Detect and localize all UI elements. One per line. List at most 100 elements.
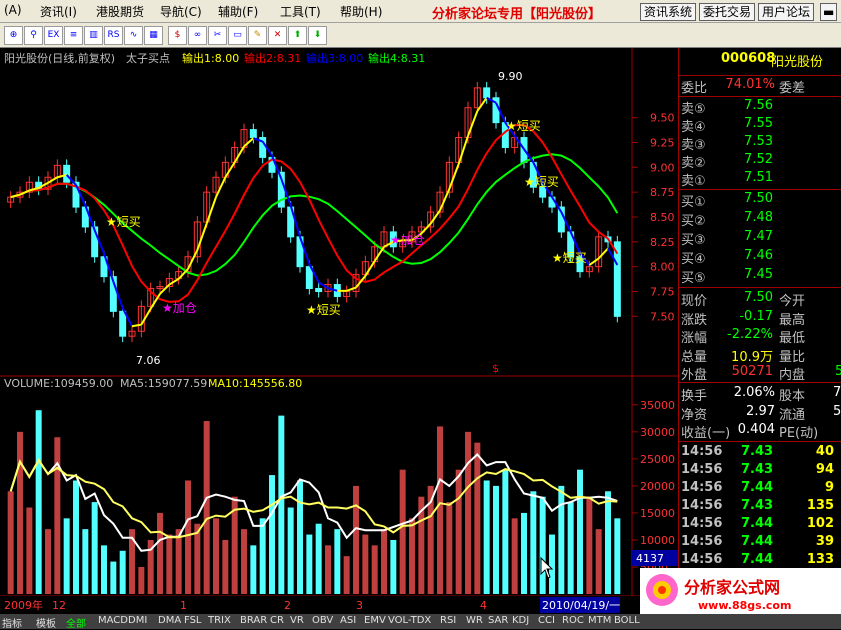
add-signal-2: ★加仓	[390, 233, 425, 247]
buy-level-label: 买③	[681, 233, 706, 248]
menu-zixun[interactable]: 资讯(I)	[40, 3, 77, 20]
volume-bar	[567, 502, 574, 594]
tools-icon[interactable]: ✂	[208, 26, 227, 45]
buy-price: 7.46	[744, 248, 773, 263]
tab-roc[interactable]: ROC	[562, 615, 584, 626]
volume-bar	[325, 545, 331, 594]
volume-bar	[446, 502, 453, 594]
tab-fsl[interactable]: FSL	[184, 615, 202, 626]
arrow-down-icon[interactable]: ⬇	[308, 26, 327, 45]
sell-price: 7.56	[744, 98, 773, 113]
tab-kdj[interactable]: KDJ	[512, 615, 529, 626]
candle-body	[483, 87, 491, 99]
menu-ganggu[interactable]: 港股期货	[96, 3, 144, 20]
list-icon[interactable]: ≡	[64, 26, 83, 45]
tab-rsi[interactable]: RSI	[440, 615, 456, 626]
tab-sar[interactable]: SAR	[488, 615, 508, 626]
chart-icon[interactable]: ∿	[124, 26, 143, 45]
tab-cci[interactable]: CCI	[538, 615, 555, 626]
fin-right-label: PE(动)	[779, 426, 819, 441]
volume-bar	[353, 485, 359, 594]
tab-asi[interactable]: ASI	[340, 615, 356, 626]
price-tick-label: 8.75	[650, 186, 675, 199]
tab-macd[interactable]: MACD	[98, 615, 128, 626]
fin-row: 换手 2.06% 股本 7	[679, 385, 841, 404]
stat-right-label: 今开	[779, 294, 806, 309]
trade-button[interactable]: 委托交易	[699, 3, 756, 21]
sell-level-label: 卖⑤	[681, 102, 706, 117]
window-icon[interactable]: ▭	[228, 26, 247, 45]
tick-volume: 133	[806, 552, 834, 567]
tab-wr[interactable]: WR	[466, 615, 483, 626]
fin-value: 0.404	[737, 422, 775, 437]
menu-bangzhu[interactable]: 帮助(H)	[340, 3, 382, 20]
volume-bar	[91, 502, 98, 594]
tab-dmi[interactable]: DMI	[128, 615, 147, 626]
buy-level-label: 买②	[681, 214, 706, 229]
tab-指标[interactable]: 指标	[2, 615, 22, 630]
volume-bar	[101, 545, 107, 594]
sell-level-label: 卖①	[681, 174, 706, 189]
candle-body	[249, 129, 257, 139]
tab-全部[interactable]: 全部	[66, 615, 86, 630]
menu-a[interactable]: (A)	[4, 3, 22, 17]
selected-date: 2010/04/19/一	[542, 599, 620, 612]
tab-brar[interactable]: BRAR	[240, 615, 267, 626]
volume-bar	[465, 431, 471, 594]
info-system-button[interactable]: 资讯系统	[640, 3, 697, 21]
link-icon[interactable]: ∞	[188, 26, 207, 45]
menu-gongju[interactable]: 工具(T)	[280, 3, 321, 20]
delete-icon[interactable]: ✕	[268, 26, 287, 45]
buy-row: 买⑤ 7.45	[679, 267, 841, 286]
chart-title: 阳光股份(日线,前复权)	[4, 51, 115, 65]
price-tick-label: 9.25	[650, 137, 675, 150]
volume-bar	[381, 529, 387, 594]
stat-value: 10.9万	[731, 349, 773, 365]
volume-bar	[119, 550, 126, 594]
tab-mtm[interactable]: MTM	[588, 615, 611, 626]
tick-volume: 102	[806, 516, 834, 531]
candle-body	[63, 164, 71, 183]
tab-trix[interactable]: TRIX	[208, 615, 231, 626]
zoom-in-icon[interactable]: ⊕	[4, 26, 23, 45]
forum-button[interactable]: 用户论坛	[758, 3, 815, 21]
arrow-up-icon[interactable]: ⬆	[288, 26, 307, 45]
pen-icon[interactable]: ✎	[248, 26, 267, 45]
buy-signal-5: ★短买	[552, 251, 587, 265]
fin-right-label: 股本	[779, 389, 806, 404]
volume-bar	[63, 518, 70, 594]
volume-bar	[287, 507, 294, 594]
magnify-icon[interactable]: ⚲	[24, 26, 43, 45]
volume-bar	[278, 415, 285, 594]
tab-emv[interactable]: EMV	[364, 615, 386, 626]
grid-icon[interactable]: ▦	[144, 26, 163, 45]
kline-chart[interactable]: 7.507.758.008.258.508.759.009.259.50 500…	[0, 48, 678, 614]
menu-daohang[interactable]: 导航(C)	[160, 3, 202, 20]
menu-fuzhu[interactable]: 辅助(F)	[218, 3, 258, 20]
minimize-icon[interactable]: ▬	[820, 3, 838, 21]
volume-bar	[362, 534, 369, 594]
tick-time: 14:56	[681, 480, 723, 495]
chart-area[interactable]: 7.507.758.008.258.508.759.009.259.50 500…	[0, 48, 678, 614]
tab-obv[interactable]: OBV	[312, 615, 333, 626]
tab-vol-tdx[interactable]: VOL-TDX	[388, 615, 431, 626]
volume-tick-label: 15000	[640, 507, 675, 520]
tab-dma[interactable]: DMA	[158, 615, 181, 626]
buy-row: 买① 7.50	[679, 191, 841, 210]
ext-icon[interactable]: EX	[44, 26, 63, 45]
tab-vr[interactable]: VR	[290, 615, 304, 626]
buy-row: 买② 7.48	[679, 210, 841, 229]
volume-bar	[315, 523, 322, 594]
volume-bar	[371, 545, 378, 594]
tab-cr[interactable]: CR	[270, 615, 284, 626]
volume-bar	[297, 480, 303, 594]
volume-bar	[558, 485, 565, 594]
money-icon[interactable]: $	[168, 26, 187, 45]
buy-signal-3: ★短买	[506, 119, 541, 133]
buy-price: 7.45	[744, 267, 773, 282]
kline-icon[interactable]: ▥	[84, 26, 103, 45]
sell-level-label: 卖②	[681, 156, 706, 171]
tab-boll[interactable]: BOLL	[614, 615, 640, 626]
tab-模板[interactable]: 模板	[36, 615, 56, 630]
rsi-icon[interactable]: RS	[104, 26, 123, 45]
